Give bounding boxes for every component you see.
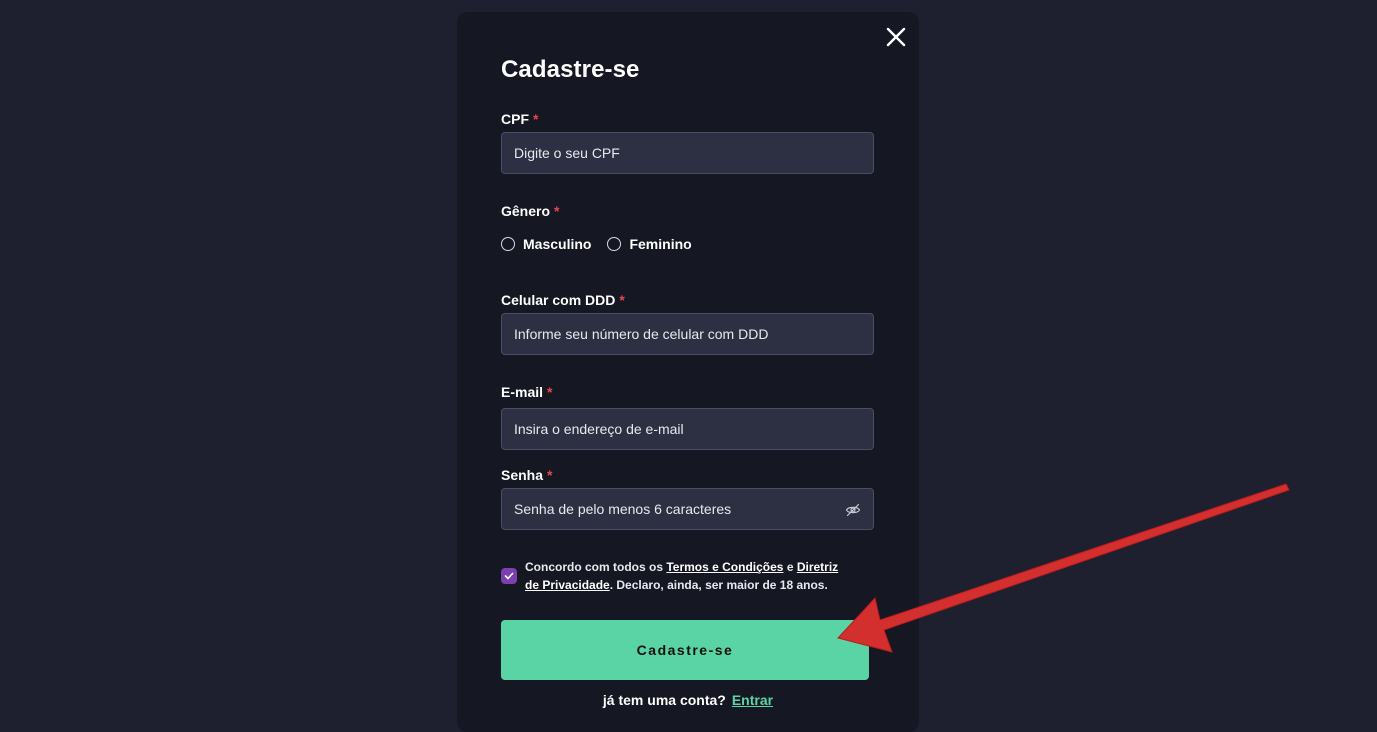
password-label: Senha * [501,467,552,483]
signup-modal: Cadastre-se CPF* Gênero* Masculino Femin… [457,12,919,732]
consent-text-and: e [783,560,797,574]
password-label-text: Senha [501,467,544,483]
email-label: E-mail * [501,384,552,400]
gender-label: Gênero * [501,203,559,219]
close-button[interactable] [885,26,907,48]
eye-off-icon[interactable] [845,502,861,518]
consent-checkbox[interactable] [501,568,517,584]
required-marker: * [547,467,553,483]
submit-button[interactable]: Cadastre-se [501,620,869,680]
close-icon [886,27,906,47]
terms-link[interactable]: Termos e Condições [666,560,783,574]
radio-icon[interactable] [607,237,622,251]
cpf-input[interactable] [502,133,873,173]
login-prompt: já tem uma conta? [602,692,726,708]
check-icon [504,572,514,580]
email-input[interactable] [502,409,873,449]
required-marker: * [619,292,625,308]
gender-option-masculino[interactable]: Masculino [501,236,591,252]
login-row: já tem uma conta? Entrar [457,692,919,708]
radio-icon[interactable] [501,237,515,251]
cpf-label-text: CPF [501,111,529,127]
modal-title: Cadastre-se [501,56,640,83]
phone-label: Celular com DDD * [501,292,625,308]
login-link[interactable]: Entrar [732,692,773,708]
gender-label-text: Gênero [501,203,551,219]
gender-option-label: Feminino [629,236,692,252]
gender-option-label: Masculino [523,236,592,252]
password-input[interactable] [502,489,873,529]
phone-label-text: Celular com DDD [501,292,616,308]
cpf-field [501,132,874,174]
consent-row: Concordo com todos os Termos e Condições… [501,558,841,594]
email-field [501,408,874,450]
phone-field [501,313,874,355]
required-marker: * [547,384,553,400]
required-marker: * [554,203,560,219]
consent-text: Concordo com todos os Termos e Condições… [525,558,841,594]
consent-text-before: Concordo com todos os [525,560,667,574]
gender-radio-group: Masculino Feminino [501,236,708,252]
required-marker: * [533,111,539,127]
consent-text-after: . Declaro, ainda, ser maior de 18 anos. [609,578,828,592]
email-label-text: E-mail [501,384,544,400]
password-field [501,488,874,530]
gender-option-feminino[interactable]: Feminino [607,236,692,252]
cpf-label: CPF * [501,111,538,127]
phone-input[interactable] [502,314,873,354]
